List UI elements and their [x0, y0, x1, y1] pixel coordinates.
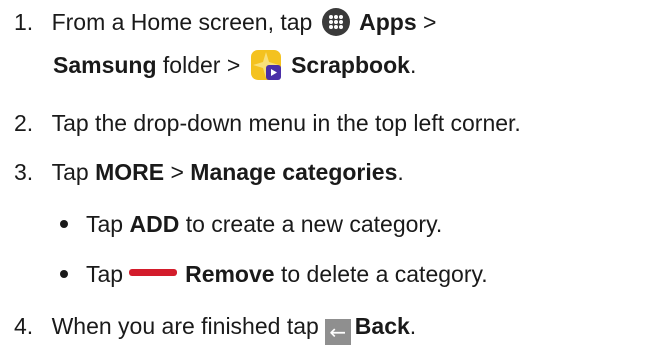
step-2: 2. Tap the drop-down menu in the top lef… [14, 109, 521, 137]
step-text: Tap [51, 159, 89, 185]
step-text: When you are finished tap [51, 313, 319, 339]
period: . [409, 52, 417, 78]
manage-categories-label: Manage categories [190, 159, 398, 185]
folder-text: folder > [162, 52, 241, 78]
bullet-add: Tap ADD to create a new category. [60, 210, 442, 238]
remove-label: Remove [185, 261, 275, 287]
bullet-text: Tap [85, 261, 124, 287]
step-number: 2. [14, 110, 34, 136]
bullet-remove: Tap Remove to delete a category. [60, 260, 488, 288]
back-arrow-icon: ← [324, 319, 351, 345]
samsung-label: Samsung [53, 52, 157, 78]
add-label: ADD [129, 211, 180, 237]
more-label: MORE [95, 159, 165, 185]
bullet-text: to delete a category. [280, 261, 488, 287]
back-label: Back [354, 313, 410, 339]
bullet-dot [60, 220, 68, 228]
step-number: 4. [14, 313, 34, 339]
step-text: Tap the drop-down menu in the top left c… [51, 110, 521, 136]
apps-label: Apps [359, 9, 417, 35]
scrapbook-label: Scrapbook [291, 52, 410, 78]
step-number: 1. [14, 9, 34, 35]
separator: > [170, 159, 184, 185]
step-1-line-2: Samsung folder > Scrapbook. [53, 50, 416, 80]
step-number: 3. [14, 159, 34, 185]
step-4: 4. When you are finished tap ← Back. [14, 312, 416, 345]
step-3: 3. Tap MORE > Manage categories. [14, 158, 404, 186]
period: . [409, 313, 417, 339]
apps-grid-icon [321, 8, 350, 36]
period: . [397, 159, 404, 185]
remove-bar-icon [129, 269, 178, 276]
step-text: From a Home screen, tap [51, 9, 313, 35]
bullet-text: to create a new category. [185, 211, 443, 237]
bullet-text: Tap [85, 211, 124, 237]
scrapbook-app-icon [250, 50, 281, 80]
bullet-dot [60, 270, 68, 278]
step-1-line-1: 1. From a Home screen, tap Apps > [14, 8, 436, 36]
separator: > [423, 9, 437, 35]
